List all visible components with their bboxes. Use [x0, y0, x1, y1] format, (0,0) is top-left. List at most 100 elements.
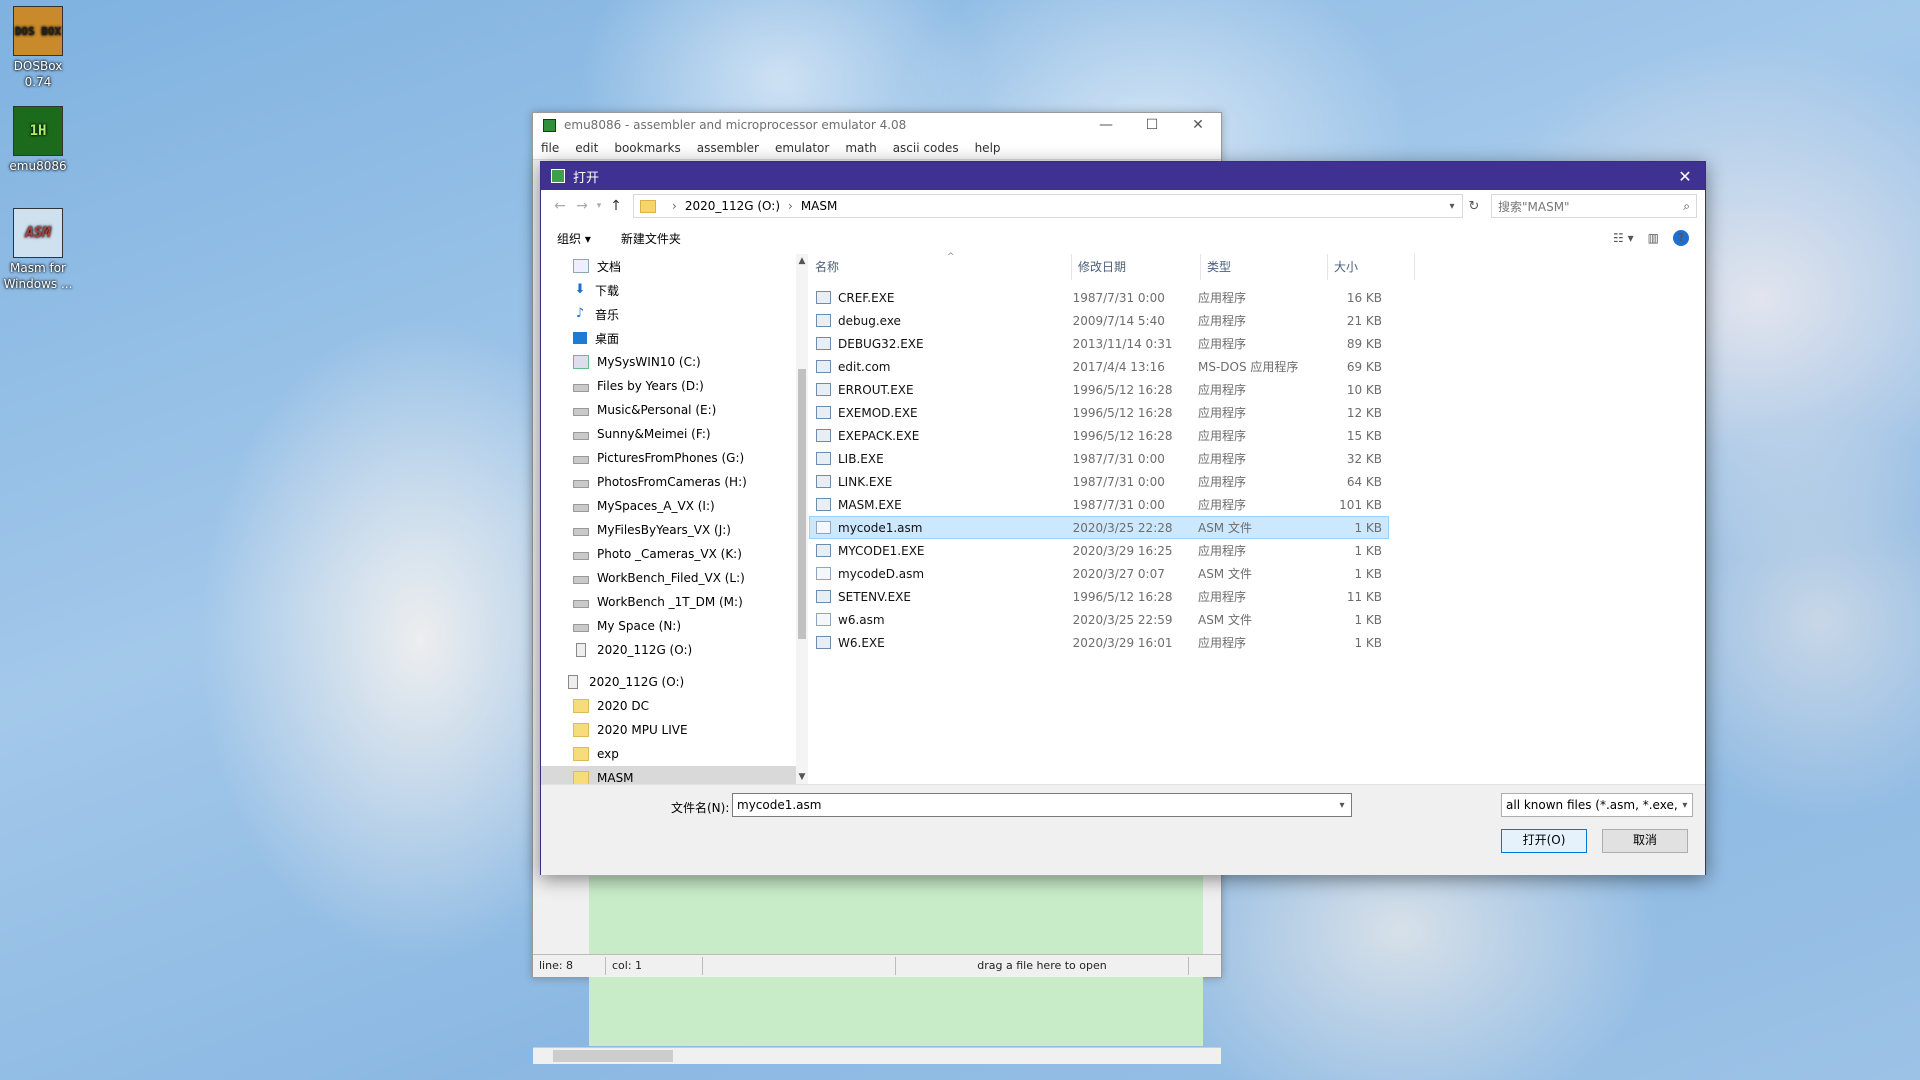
drive-icon [573, 576, 589, 584]
executable-icon [816, 406, 831, 419]
executable-icon [816, 636, 831, 649]
file-row[interactable]: DEBUG32.EXE 2013/11/14 0:31 应用程序 89 KB [809, 332, 1389, 355]
scrollbar-thumb[interactable] [553, 1050, 673, 1062]
minimize-icon[interactable]: — [1083, 117, 1129, 133]
file-row[interactable]: debug.exe 2009/7/14 5:40 应用程序 21 KB [809, 309, 1389, 332]
scrollbar-thumb[interactable] [798, 369, 806, 639]
file-row[interactable]: EXEPACK.EXE 1996/5/12 16:28 应用程序 15 KB [809, 424, 1389, 447]
maximize-icon[interactable]: ☐ [1129, 117, 1175, 133]
nav-item[interactable]: ♪ 音乐 [541, 302, 796, 326]
nav-scrollbar[interactable]: ▲ ▼ [796, 254, 808, 784]
address-bar[interactable]: › 2020_112G (O:) › MASM ▾ [633, 194, 1463, 218]
close-icon[interactable]: ✕ [1175, 117, 1221, 133]
executable-icon [816, 429, 831, 442]
breadcrumb-masm[interactable]: MASM [801, 199, 838, 213]
file-name-cell: ERROUT.EXE [810, 383, 1067, 397]
cancel-button[interactable]: 取消 [1602, 829, 1688, 853]
back-arrow-icon[interactable]: ← [549, 198, 571, 214]
menu-edit[interactable]: edit [575, 141, 598, 155]
file-row[interactable]: W6.EXE 2020/3/29 16:01 应用程序 1 KB [809, 631, 1389, 654]
file-row[interactable]: LINK.EXE 1987/7/31 0:00 应用程序 64 KB [809, 470, 1389, 493]
chevron-down-icon[interactable]: ▾ [1442, 201, 1462, 212]
drive-icon [573, 456, 589, 464]
column-name[interactable]: 名称 [809, 254, 1072, 280]
desktop-icon-masm[interactable]: ASM Masm for Windows ... [0, 204, 76, 292]
nav-item[interactable]: MyFilesByYears_VX (J:) [541, 518, 796, 542]
nav-item[interactable]: WorkBench_Filed_VX (L:) [541, 566, 796, 590]
dialog-title-bar[interactable]: 打开 ✕ [541, 162, 1705, 190]
up-arrow-icon[interactable]: ↑ [605, 198, 627, 214]
file-row[interactable]: mycodeD.asm 2020/3/27 0:07 ASM 文件 1 KB [809, 562, 1389, 585]
nav-item[interactable]: Sunny&Meimei (F:) [541, 422, 796, 446]
folder-icon [573, 699, 589, 713]
column-date[interactable]: 修改日期 [1072, 254, 1201, 280]
column-size[interactable]: 大小 [1328, 254, 1415, 280]
new-folder-button[interactable]: 新建文件夹 [621, 230, 681, 247]
desktop-icon-label: Windows ... [3, 277, 73, 291]
menu-math[interactable]: math [845, 141, 876, 155]
file-name-cell: mycode1.asm [810, 521, 1067, 535]
chevron-down-icon[interactable]: ▾ [1677, 799, 1692, 811]
menu-ascii-codes[interactable]: ascii codes [893, 141, 959, 155]
file-row[interactable]: SETENV.EXE 1996/5/12 16:28 应用程序 11 KB [809, 585, 1389, 608]
file-row[interactable]: ERROUT.EXE 1996/5/12 16:28 应用程序 10 KB [809, 378, 1389, 401]
menu-file[interactable]: file [541, 141, 559, 155]
file-size: 1 KB [1354, 543, 1382, 558]
nav-item[interactable]: WorkBench _1T_DM (M:) [541, 590, 796, 614]
menu-help[interactable]: help [975, 141, 1001, 155]
scroll-up-icon[interactable]: ▲ [796, 256, 808, 266]
refresh-icon[interactable]: ↻ [1463, 199, 1485, 214]
nav-item[interactable]: ⬇ 下载 [541, 278, 796, 302]
filename-input[interactable]: mycode1.asm ▾ [732, 793, 1352, 817]
file-row[interactable]: EXEMOD.EXE 1996/5/12 16:28 应用程序 12 KB [809, 401, 1389, 424]
nav-item[interactable]: Photo _Cameras_VX (K:) [541, 542, 796, 566]
menu-bookmarks[interactable]: bookmarks [614, 141, 680, 155]
nav-item[interactable]: 2020 MPU LIVE [541, 718, 796, 742]
nav-item[interactable]: 2020_112G (O:) [541, 670, 796, 694]
nav-item[interactable]: Music&Personal (E:) [541, 398, 796, 422]
nav-item[interactable]: Files by Years (D:) [541, 374, 796, 398]
nav-item[interactable]: exp [541, 742, 796, 766]
menu-assembler[interactable]: assembler [697, 141, 759, 155]
file-row[interactable]: edit.com 2017/4/4 13:16 MS-DOS 应用程序 69 KB [809, 355, 1389, 378]
close-icon[interactable]: ✕ [1665, 167, 1705, 186]
help-icon[interactable]: ? [1673, 230, 1689, 246]
horizontal-scrollbar[interactable] [533, 1047, 1221, 1064]
menu-emulator[interactable]: emulator [775, 141, 829, 155]
view-options-icon[interactable]: ☷ ▾ [1613, 231, 1634, 245]
nav-item[interactable]: 桌面 [541, 326, 796, 350]
file-name: MYCODE1.EXE [838, 543, 925, 558]
file-row[interactable]: CREF.EXE 1987/7/31 0:00 应用程序 16 KB [809, 286, 1389, 309]
file-type-filter[interactable]: all known files (*.asm, *.exe, ▾ [1501, 793, 1693, 817]
file-row[interactable]: MASM.EXE 1987/7/31 0:00 应用程序 101 KB [809, 493, 1389, 516]
emu-title-bar[interactable]: emu8086 - assembler and microprocessor e… [533, 113, 1221, 137]
file-row[interactable]: mycode1.asm 2020/3/25 22:28 ASM 文件 1 KB [809, 516, 1389, 539]
forward-arrow-icon[interactable]: → [571, 198, 593, 214]
scroll-down-icon[interactable]: ▼ [796, 772, 808, 782]
chevron-down-icon[interactable]: ▾ [1333, 800, 1351, 811]
preview-pane-icon[interactable]: ▥ [1648, 231, 1659, 245]
file-row[interactable]: LIB.EXE 1987/7/31 0:00 应用程序 32 KB [809, 447, 1389, 470]
nav-item[interactable]: 2020_112G (O:) [541, 638, 796, 662]
nav-item[interactable]: MySysWIN10 (C:) [541, 350, 796, 374]
recent-dropdown-icon[interactable]: ▾ [593, 201, 605, 211]
address-row: ← → ▾ ↑ › 2020_112G (O:) › MASM ▾ ↻ 搜索"M… [541, 190, 1705, 222]
nav-item-label: PicturesFromPhones (G:) [597, 451, 745, 465]
desktop-icon-dosbox[interactable]: DOS BOX DOSBox 0.74 [0, 2, 76, 90]
open-button[interactable]: 打开(O) [1501, 829, 1587, 853]
file-row[interactable]: w6.asm 2020/3/25 22:59 ASM 文件 1 KB [809, 608, 1389, 631]
file-row[interactable]: MYCODE1.EXE 2020/3/29 16:25 应用程序 1 KB [809, 539, 1389, 562]
nav-item[interactable]: PicturesFromPhones (G:) [541, 446, 796, 470]
nav-item[interactable]: PhotosFromCameras (H:) [541, 470, 796, 494]
search-input[interactable]: 搜索"MASM" ⌕ [1491, 194, 1697, 218]
organize-button[interactable]: 组织 ▾ [557, 230, 591, 247]
nav-item[interactable]: 文档 [541, 254, 796, 278]
file-name: ERROUT.EXE [838, 382, 914, 397]
column-type[interactable]: 类型 [1201, 254, 1328, 280]
desktop-icon-emu8086[interactable]: 1H emu8086 [0, 102, 76, 174]
file-type: 应用程序 [1197, 452, 1246, 466]
breadcrumb-drive[interactable]: 2020_112G (O:) [685, 199, 780, 213]
nav-item[interactable]: My Space (N:) [541, 614, 796, 638]
nav-item[interactable]: MySpaces_A_VX (I:) [541, 494, 796, 518]
nav-item[interactable]: 2020 DC [541, 694, 796, 718]
